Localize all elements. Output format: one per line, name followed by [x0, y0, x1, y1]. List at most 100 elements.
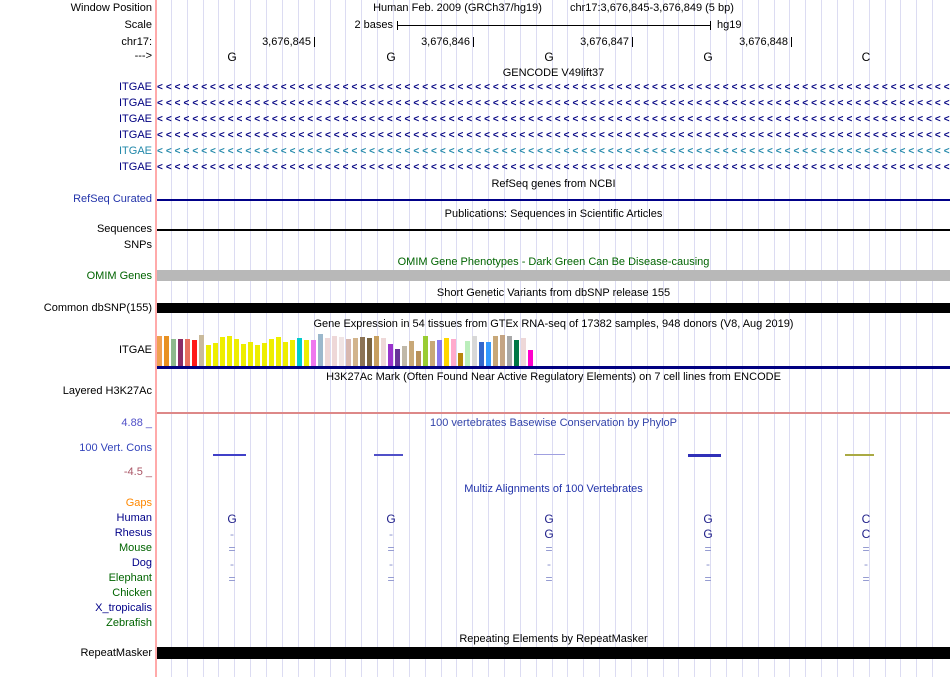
gene-transcript-arrows[interactable]: <<<<<<<<<<<<<<<<<<<<<<<<<<<<<<<<<<<<<<<<… [157, 145, 950, 158]
gene-label-itgae[interactable]: ITGAE [119, 145, 152, 158]
gtex-tissue-bar[interactable] [234, 339, 239, 366]
gtex-tissue-bar[interactable] [332, 336, 337, 366]
multiz-gap-symbol[interactable]: - [224, 557, 240, 571]
dbsnp-variant-bar[interactable] [157, 303, 950, 313]
multiz-aligned-base[interactable]: G [383, 512, 399, 526]
gtex-tissue-bar[interactable] [437, 340, 442, 366]
gtex-tissue-bar[interactable] [269, 339, 274, 366]
cons-score-mark[interactable] [688, 454, 721, 457]
gtex-tissue-bar[interactable] [346, 339, 351, 366]
gtex-tissue-bar[interactable] [360, 337, 365, 366]
multiz-species-zebrafish[interactable]: Zebrafish [106, 617, 152, 630]
gtex-tissue-bar[interactable] [178, 339, 183, 366]
dbsnp-label[interactable]: Common dbSNP(155) [44, 302, 152, 315]
multiz-gap-symbol[interactable]: = [224, 542, 240, 556]
cons-score-mark[interactable] [845, 454, 874, 456]
gtex-tissue-bar[interactable] [192, 340, 197, 366]
gtex-baseline[interactable] [157, 366, 950, 369]
gtex-tissue-bar[interactable] [276, 337, 281, 366]
sequences-label[interactable]: Sequences [97, 223, 152, 236]
gtex-tissue-bar[interactable] [395, 349, 400, 366]
gene-label-itgae[interactable]: ITGAE [119, 97, 152, 110]
multiz-gap-symbol[interactable]: - [700, 557, 716, 571]
multiz-species-human[interactable]: Human [117, 512, 152, 525]
gtex-tissue-bar[interactable] [493, 336, 498, 366]
gtex-tissue-bar[interactable] [374, 336, 379, 366]
gene-transcript-arrows[interactable]: <<<<<<<<<<<<<<<<<<<<<<<<<<<<<<<<<<<<<<<<… [157, 161, 950, 174]
multiz-gap-symbol[interactable]: - [383, 527, 399, 541]
multiz-gap-symbol[interactable]: = [541, 572, 557, 586]
gtex-tissue-bar[interactable] [500, 335, 505, 366]
multiz-gap-symbol[interactable]: - [858, 557, 874, 571]
snps-label[interactable]: SNPs [124, 239, 152, 252]
multiz-aligned-base[interactable]: C [858, 527, 874, 541]
gtex-tissue-bar[interactable] [472, 336, 477, 366]
multiz-species-rhesus[interactable]: Rhesus [115, 527, 152, 540]
multiz-gap-symbol[interactable]: = [700, 572, 716, 586]
gtex-tissue-bar[interactable] [402, 346, 407, 366]
cons-score-mark[interactable] [534, 454, 565, 455]
cons-track-label[interactable]: 100 Vert. Cons [79, 442, 152, 455]
gtex-tissue-bar[interactable] [325, 338, 330, 366]
refseq-gene-bar[interactable] [157, 199, 950, 201]
gene-label-itgae[interactable]: ITGAE [119, 81, 152, 94]
gtex-tissue-bar[interactable] [283, 342, 288, 366]
gtex-tissue-bar[interactable] [388, 344, 393, 366]
multiz-aligned-base[interactable]: G [700, 512, 716, 526]
gtex-tissue-bar[interactable] [486, 342, 491, 366]
gtex-tissue-bar[interactable] [514, 340, 519, 366]
gtex-tissue-bar[interactable] [220, 337, 225, 366]
gtex-tissue-bar[interactable] [458, 353, 463, 366]
gtex-tissue-bar[interactable] [304, 340, 309, 366]
gtex-tissue-bar[interactable] [185, 339, 190, 366]
gtex-tissue-bar[interactable] [199, 335, 204, 366]
h3k27ac-label[interactable]: Layered H3K27Ac [63, 385, 152, 398]
multiz-gap-symbol[interactable]: = [858, 572, 874, 586]
gtex-tissue-bar[interactable] [318, 334, 323, 366]
gtex-tissue-bar[interactable] [255, 345, 260, 366]
gtex-tissue-bar[interactable] [451, 339, 456, 366]
multiz-aligned-base[interactable]: C [858, 512, 874, 526]
gtex-tissue-bar[interactable] [367, 338, 372, 366]
gtex-tissue-bar[interactable] [297, 338, 302, 366]
gtex-gene-label[interactable]: ITGAE [119, 344, 152, 357]
gene-label-itgae[interactable]: ITGAE [119, 129, 152, 142]
gtex-tissue-bar[interactable] [311, 340, 316, 366]
multiz-aligned-base[interactable]: G [224, 512, 240, 526]
gtex-tissue-bar[interactable] [227, 336, 232, 366]
gtex-tissue-bar[interactable] [430, 341, 435, 366]
gtex-tissue-bar[interactable] [262, 343, 267, 366]
multiz-gap-symbol[interactable]: = [858, 542, 874, 556]
gene-transcript-arrows[interactable]: <<<<<<<<<<<<<<<<<<<<<<<<<<<<<<<<<<<<<<<<… [157, 81, 950, 94]
cons-score-mark[interactable] [213, 454, 246, 456]
gene-transcript-arrows[interactable]: <<<<<<<<<<<<<<<<<<<<<<<<<<<<<<<<<<<<<<<<… [157, 113, 950, 126]
gtex-tissue-bar[interactable] [465, 341, 470, 366]
gtex-tissue-bar[interactable] [213, 343, 218, 366]
gtex-tissue-bar[interactable] [248, 342, 253, 366]
gene-label-itgae[interactable]: ITGAE [119, 113, 152, 126]
gtex-tissue-bar[interactable] [521, 338, 526, 366]
multiz-species-mouse[interactable]: Mouse [119, 542, 152, 555]
gtex-tissue-bar[interactable] [339, 337, 344, 366]
repeatmasker-label[interactable]: RepeatMasker [80, 647, 152, 660]
gtex-tissue-bar[interactable] [353, 338, 358, 366]
publications-sequence-bar[interactable] [157, 229, 950, 231]
gtex-tissue-bar[interactable] [241, 344, 246, 366]
multiz-gap-symbol[interactable]: = [541, 542, 557, 556]
multiz-aligned-base[interactable]: G [541, 512, 557, 526]
multiz-gap-symbol[interactable]: - [224, 527, 240, 541]
multiz-species-elephant[interactable]: Elephant [109, 572, 152, 585]
omim-gene-bar[interactable] [157, 270, 950, 281]
multiz-gap-symbol[interactable]: = [224, 572, 240, 586]
gtex-tissue-bar[interactable] [290, 340, 295, 366]
multiz-gap-symbol[interactable]: - [383, 557, 399, 571]
multiz-gap-symbol[interactable]: = [383, 542, 399, 556]
multiz-aligned-base[interactable]: G [700, 527, 716, 541]
multiz-species-gaps[interactable]: Gaps [126, 497, 152, 510]
multiz-gap-symbol[interactable]: = [383, 572, 399, 586]
multiz-species-dog[interactable]: Dog [132, 557, 152, 570]
refseq-curated-label[interactable]: RefSeq Curated [73, 193, 152, 206]
cons-score-mark[interactable] [374, 454, 403, 456]
gtex-tissue-bar[interactable] [381, 338, 386, 366]
gtex-tissue-bar[interactable] [479, 342, 484, 366]
